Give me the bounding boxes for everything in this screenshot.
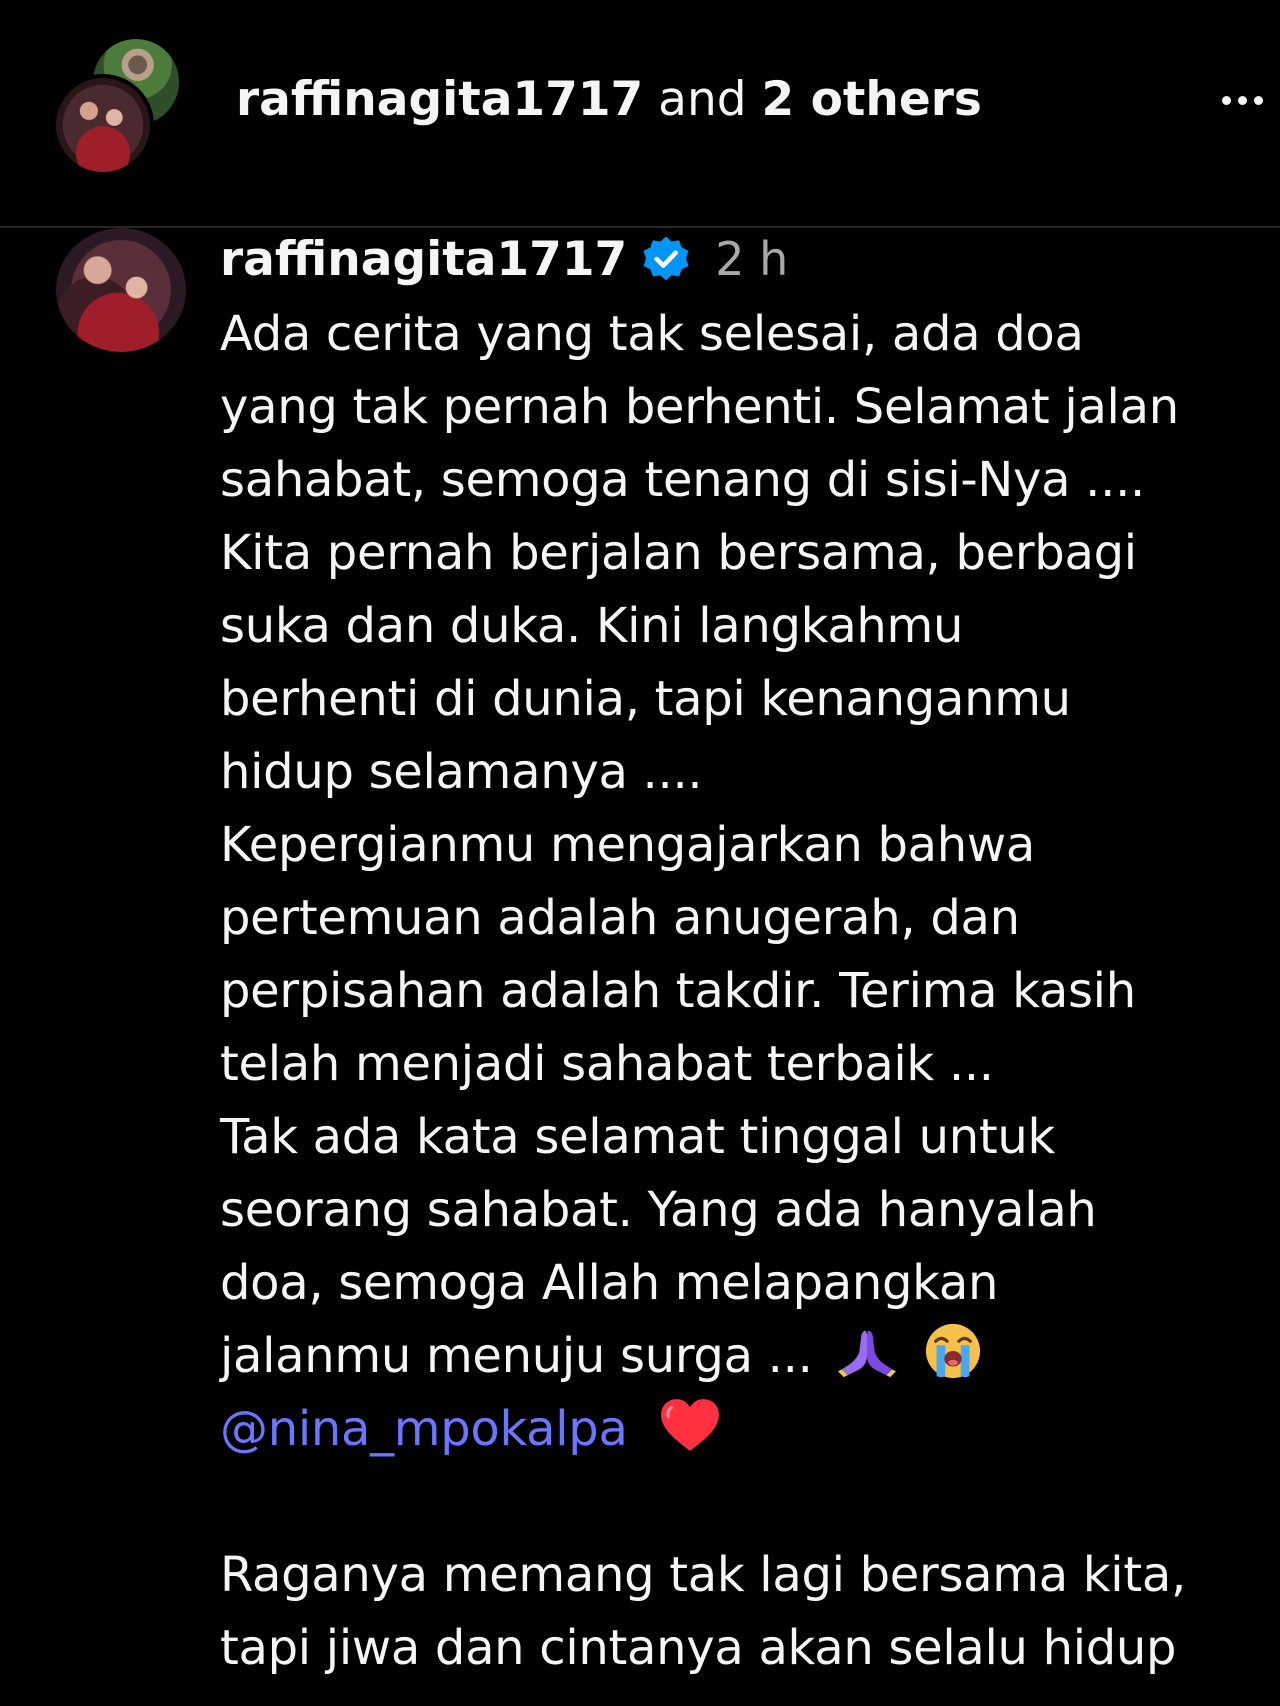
comment-username[interactable]: raffinagita1717 bbox=[220, 232, 627, 287]
comment-line: hidup selamanya .... bbox=[220, 744, 703, 800]
comment-line: Raganya memang tak lagi bersama kita, bbox=[220, 1547, 1186, 1603]
header-others-link[interactable]: 2 others bbox=[762, 72, 982, 127]
more-options-button[interactable] bbox=[1210, 84, 1274, 116]
comment-line: Kepergianmu mengajarkan bahwa bbox=[220, 817, 1035, 873]
comment-timestamp[interactable]: 2 h bbox=[715, 232, 788, 286]
comment-line: seorang sahabat. Yang ada hanyalah bbox=[220, 1182, 1097, 1238]
comment-line: telah menjadi sahabat terbaik ... bbox=[220, 1036, 994, 1092]
avatar[interactable] bbox=[56, 228, 186, 352]
comment-line: doa, semoga Allah melapangkan bbox=[220, 1255, 999, 1311]
header-username[interactable]: raffinagita1717 bbox=[236, 72, 643, 127]
comment-line: Tak ada kata selamat tinggal untuk bbox=[220, 1109, 1056, 1165]
caption-comment: raffinagita1717 2 h Ada cerita yang tak … bbox=[0, 228, 1280, 1706]
dot bbox=[1237, 95, 1247, 105]
more-horizontal-icon bbox=[1221, 95, 1263, 105]
comment-line: Kita pernah berjalan bersama, berbagi bbox=[220, 525, 1137, 581]
comment-line-with-emoji: jalanmu menuju surga ... bbox=[220, 1320, 1260, 1393]
comment-line: Ada cerita yang tak selesai, ada doa bbox=[220, 306, 1084, 362]
dot bbox=[1253, 95, 1263, 105]
comment-line-mention: @nina_mpokalpa bbox=[220, 1393, 1260, 1466]
collaborator-avatars[interactable] bbox=[52, 36, 192, 176]
avatar-owner[interactable] bbox=[52, 74, 154, 176]
comment-line: yang tak pernah berhenti. Selamat jalan bbox=[220, 379, 1179, 435]
comment-line: pertemuan adalah anugerah, dan bbox=[220, 890, 1020, 946]
loudly-crying-face-icon bbox=[926, 1323, 981, 1379]
folded-hands-icon bbox=[837, 1330, 896, 1378]
red-heart-icon bbox=[660, 1399, 719, 1451]
post-author-title[interactable]: raffinagita1717 and 2 others bbox=[236, 72, 982, 128]
comment-line: perpisahan adalah takdir. Terima kasih bbox=[220, 963, 1136, 1019]
post-header: raffinagita1717 and 2 others bbox=[0, 0, 1280, 226]
comment-text: Ada cerita yang tak selesai, ada doa yan… bbox=[220, 298, 1260, 1685]
header-and-text: and bbox=[643, 72, 762, 127]
comment-line: suka dan duka. Kini langkahmu bbox=[220, 598, 964, 654]
comment-line-text: jalanmu menuju surga ... bbox=[220, 1328, 813, 1384]
comment-line: tapi jiwa dan cintanya akan selalu hidup bbox=[220, 1620, 1177, 1676]
comment-line: sahabat, semoga tenang di sisi-Nya .... bbox=[220, 452, 1146, 508]
mention-link[interactable]: @nina_mpokalpa bbox=[220, 1401, 628, 1457]
verified-badge-icon bbox=[643, 236, 689, 281]
comment-line: berhenti di dunia, tapi kenanganmu bbox=[220, 671, 1071, 727]
comment-body: raffinagita1717 2 h Ada cerita yang tak … bbox=[220, 228, 1260, 1685]
dot bbox=[1221, 95, 1231, 105]
comment-meta: raffinagita1717 2 h bbox=[220, 228, 1260, 290]
